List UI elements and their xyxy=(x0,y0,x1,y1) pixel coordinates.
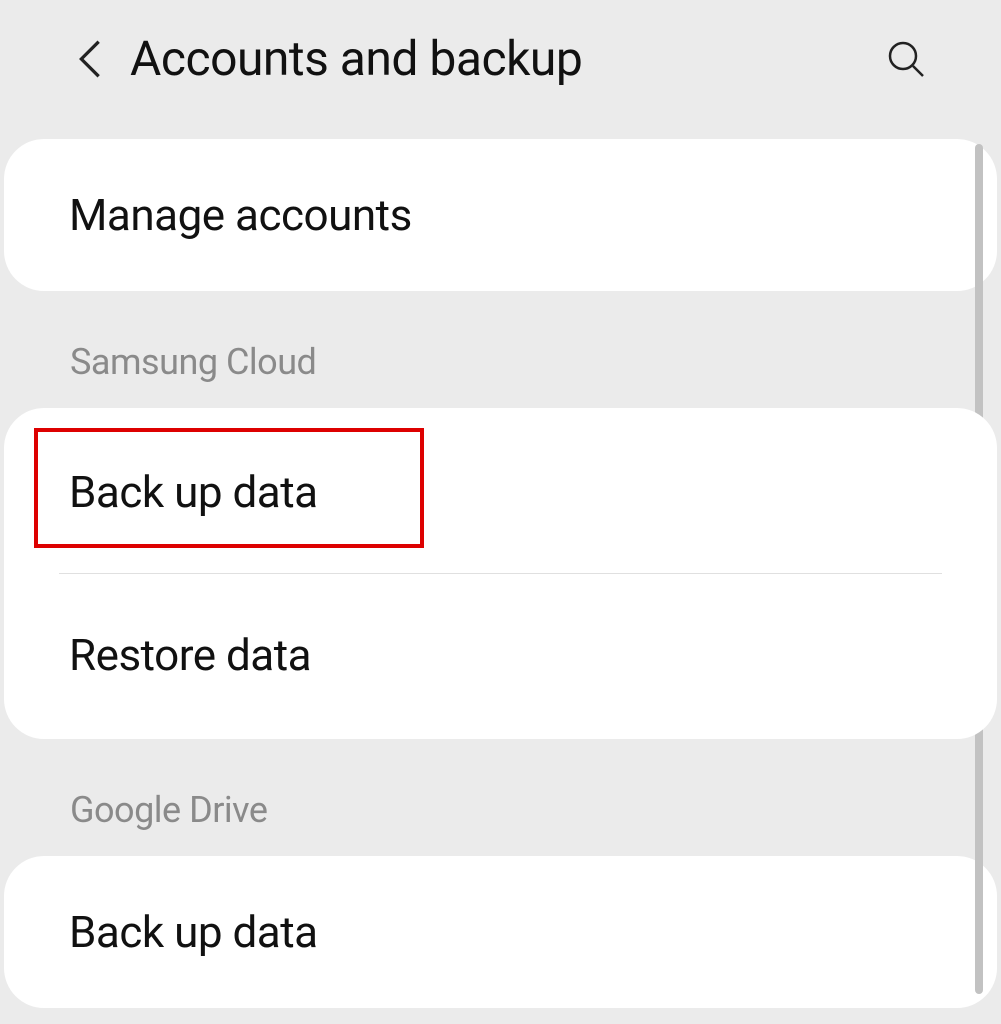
search-button[interactable] xyxy=(881,34,931,84)
list-item-restore-data[interactable]: Restore data xyxy=(4,574,997,739)
card-accounts: Manage accounts xyxy=(4,139,997,291)
header: Accounts and backup xyxy=(0,0,1001,127)
content: Manage accounts Samsung Cloud Back up da… xyxy=(0,139,1001,1008)
section-header-google-drive: Google Drive xyxy=(0,739,1001,856)
card-google-drive: Back up data xyxy=(4,856,997,1008)
chevron-left-icon xyxy=(77,39,103,79)
list-item-backup-data-google[interactable]: Back up data xyxy=(4,856,997,1008)
page-title: Accounts and backup xyxy=(130,30,881,87)
search-icon xyxy=(886,39,926,79)
list-item-backup-data-samsung[interactable]: Back up data xyxy=(4,408,997,573)
list-item-manage-accounts[interactable]: Manage accounts xyxy=(4,139,997,291)
card-samsung-cloud: Back up data Restore data xyxy=(4,408,997,739)
section-header-samsung-cloud: Samsung Cloud xyxy=(0,291,1001,408)
back-icon[interactable] xyxy=(70,39,110,79)
